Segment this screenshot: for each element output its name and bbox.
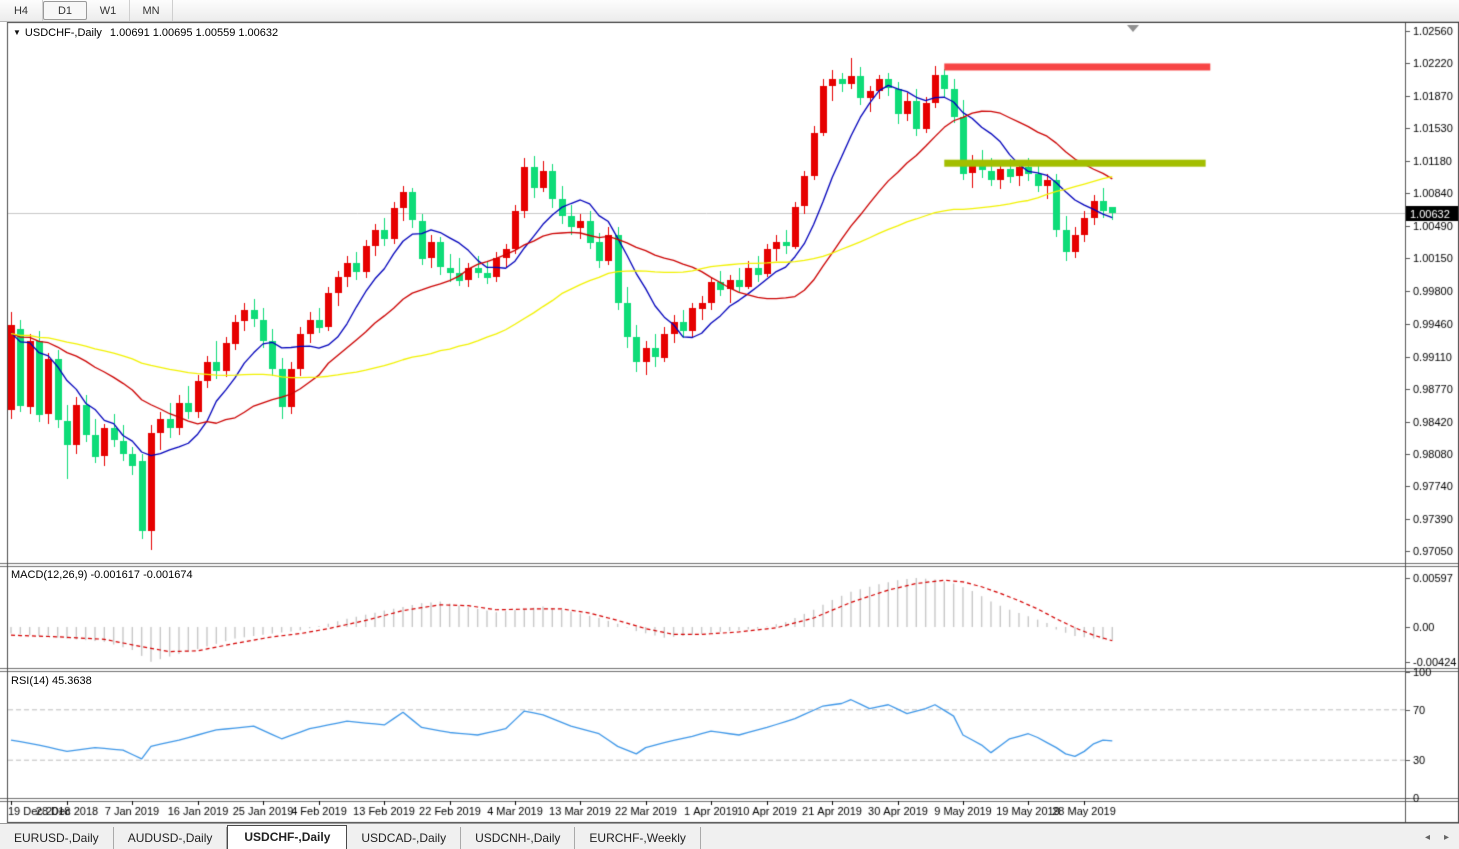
timeframe-button-w1[interactable]: W1 (87, 0, 130, 21)
timeframe-toolbar: H4D1W1MN (0, 0, 1459, 22)
chevron-down-icon[interactable]: ▼ (13, 28, 21, 37)
symbol-tab-usdcad[interactable]: USDCAD-,Daily (347, 827, 461, 849)
timeframe-button-h4[interactable]: H4 (0, 0, 43, 21)
symbol-tab-bar: EURUSD-,DailyAUDUSD-,DailyUSDCHF-,DailyU… (0, 823, 1459, 849)
tab-scroll-right-icon[interactable]: ▸ (1444, 832, 1449, 843)
chart-canvas[interactable] (0, 22, 1459, 823)
chart-ohlc-values: 1.00691 1.00695 1.00559 1.00632 (110, 27, 278, 39)
trading-app-window: H4D1W1MN ▼ USDCHF-,Daily 1.00691 1.00695 1… (0, 0, 1459, 849)
symbol-tab-eurchf[interactable]: EURCHF-,Weekly (575, 827, 700, 849)
chart-title: ▼ USDCHF-,Daily 1.00691 1.00695 1.00559 1.… (13, 27, 278, 39)
tab-scroll-left-icon[interactable]: ◂ (1425, 832, 1430, 843)
rsi-indicator-label: RSI(14) 45.3638 (11, 675, 92, 687)
symbol-tab-audusd[interactable]: AUDUSD-,Daily (114, 827, 228, 849)
symbol-tab-eurusd[interactable]: EURUSD-,Daily (0, 827, 114, 849)
timeframe-button-d1[interactable]: D1 (43, 1, 87, 20)
chart-symbol-label: USDCHF-,Daily (25, 27, 102, 39)
symbol-tab-usdcnh[interactable]: USDCNH-,Daily (461, 827, 575, 849)
macd-indicator-label: MACD(12,26,9) -0.001617 -0.001674 (11, 569, 193, 581)
symbol-tab-usdchf[interactable]: USDCHF-,Daily (227, 825, 347, 849)
tab-scrollers: ◂▸ (1425, 824, 1459, 849)
timeframe-button-mn[interactable]: MN (130, 0, 173, 21)
